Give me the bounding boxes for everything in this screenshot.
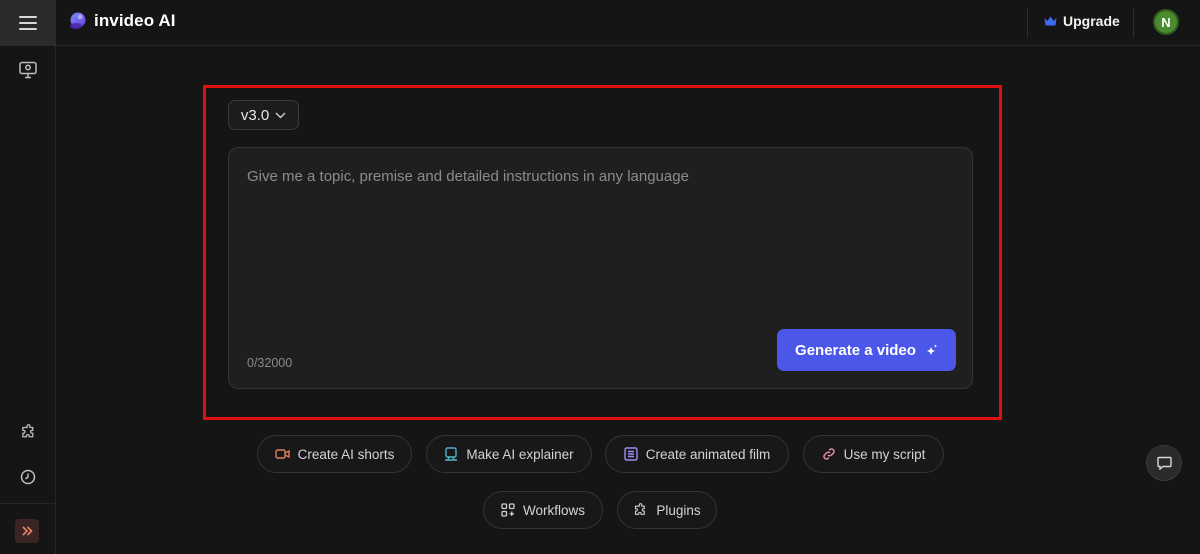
create-animated-film-button[interactable]: Create animated film <box>605 435 789 473</box>
ideas-button[interactable] <box>0 50 56 90</box>
menu-icon <box>19 16 37 30</box>
version-label: v3.0 <box>240 106 270 124</box>
rail-divider <box>0 503 56 504</box>
top-header: invideo AI Upgrade N <box>56 0 1200 46</box>
puzzle-icon <box>21 423 33 437</box>
character-counter: 0/32000 <box>247 356 293 370</box>
lightbulb-monitor-icon <box>19 61 37 79</box>
film-list-icon <box>624 447 638 461</box>
link-icon <box>822 448 835 460</box>
sparkle-icon <box>926 344 937 355</box>
menu-button[interactable] <box>0 0 56 46</box>
upgrade-button[interactable]: Upgrade <box>1044 13 1120 29</box>
grid-plus-icon <box>501 503 515 517</box>
version-dropdown[interactable]: v3.0 <box>228 100 299 130</box>
chip-label: Use my script <box>843 446 926 462</box>
generate-label: Generate a video <box>795 341 916 359</box>
workflows-button[interactable]: Workflows <box>483 491 603 529</box>
plugins-button[interactable]: Plugins <box>617 491 717 529</box>
upgrade-label: Upgrade <box>1063 13 1120 29</box>
video-camera-icon <box>274 449 290 459</box>
chevron-down-icon <box>275 112 286 118</box>
chip-label: Workflows <box>522 502 585 518</box>
make-ai-explainer-button[interactable]: Make AI explainer <box>426 435 592 473</box>
avatar[interactable]: N <box>1153 9 1179 35</box>
plugins-rail-button[interactable] <box>0 412 56 452</box>
prompt-placeholder: Give me a topic, premise and detailed in… <box>247 168 689 185</box>
chat-bubble-icon <box>1156 456 1172 470</box>
chip-label: Create AI shorts <box>297 446 395 462</box>
history-button[interactable] <box>0 457 56 497</box>
header-divider <box>1027 8 1028 38</box>
use-my-script-button[interactable]: Use my script <box>803 435 944 473</box>
chip-label: Create animated film <box>645 446 771 462</box>
logo-text: invideo AI <box>94 11 176 30</box>
header-divider-2 <box>1133 8 1134 38</box>
invideo-logo-icon <box>70 12 86 29</box>
double-chevron-right-icon <box>22 526 33 536</box>
app-root: invideo AI Upgrade N v3.0 Give me a topi… <box>0 0 1200 554</box>
chat-support-button[interactable] <box>1146 445 1182 481</box>
create-ai-shorts-button[interactable]: Create AI shorts <box>257 435 412 473</box>
generate-video-button[interactable]: Generate a video <box>777 329 956 371</box>
expand-sidebar-button[interactable] <box>15 519 39 543</box>
chip-label: Make AI explainer <box>466 446 574 462</box>
puzzle-icon <box>635 502 646 515</box>
presentation-icon <box>445 447 458 461</box>
chip-label: Plugins <box>656 502 701 518</box>
prompt-input[interactable]: Give me a topic, premise and detailed in… <box>228 147 973 389</box>
left-rail <box>0 0 56 554</box>
history-icon <box>20 469 36 485</box>
logo[interactable]: invideo AI <box>69 11 176 31</box>
crown-icon <box>1044 16 1057 26</box>
